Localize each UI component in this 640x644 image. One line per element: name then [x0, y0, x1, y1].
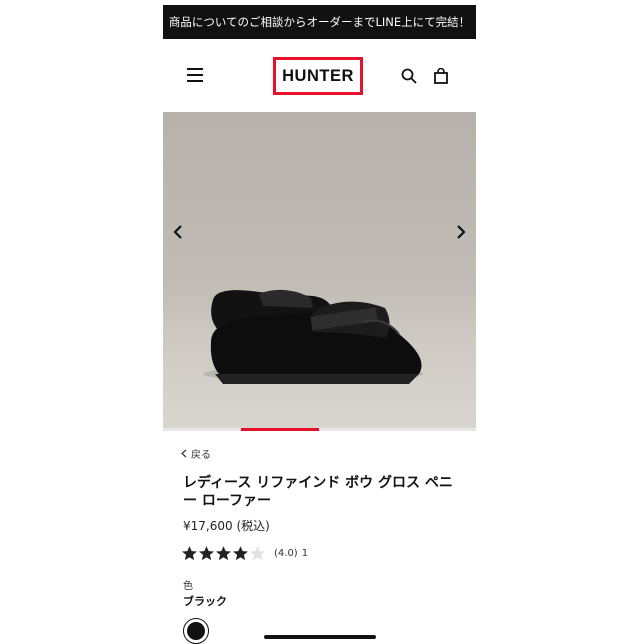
home-indicator[interactable] [264, 635, 376, 639]
hunter-logo[interactable]: HUNTER [273, 57, 363, 95]
loafer-shoes-image [203, 289, 423, 384]
color-swatch-fill [187, 622, 205, 640]
promo-banner[interactable]: 商品についてのご相談からオーダーまでLINE上にて完結！ [163, 5, 476, 39]
color-swatch-black[interactable] [183, 618, 209, 644]
carousel-next-icon[interactable] [450, 222, 470, 242]
back-link[interactable]: 戻る [181, 446, 211, 461]
star-empty-icon [250, 546, 265, 561]
product-price: ¥17,600 (税込) [183, 519, 270, 533]
site-header: HUNTER [163, 40, 476, 112]
product-rating[interactable]: (4.0) 1 [181, 545, 308, 562]
back-link-label: 戻る [191, 450, 211, 461]
product-title: レディース リファインド ボウ グロス ペニー ローファー [183, 475, 453, 509]
rating-value: (4.0) [274, 548, 298, 559]
star-filled-icon [233, 546, 248, 561]
promo-banner-text: 商品についてのご相談からオーダーまでLINE上にて完結！ [168, 15, 471, 29]
star-filled-icon [182, 546, 197, 561]
star-filled-icon [199, 546, 214, 561]
review-count[interactable]: 1 [302, 548, 308, 559]
color-value: ブラック [183, 595, 227, 608]
color-label: 色 [183, 581, 193, 592]
logo-text: HUNTER [282, 66, 354, 85]
carousel-progress-track [163, 428, 476, 431]
hamburger-menu-icon[interactable] [187, 68, 203, 82]
chevron-left-small-icon [181, 449, 187, 458]
product-image-carousel[interactable] [163, 112, 476, 430]
star-filled-icon [216, 546, 231, 561]
carousel-progress-indicator [241, 428, 320, 431]
shopping-bag-icon[interactable] [433, 68, 449, 84]
carousel-prev-icon[interactable] [169, 222, 189, 242]
search-icon[interactable] [401, 68, 417, 84]
